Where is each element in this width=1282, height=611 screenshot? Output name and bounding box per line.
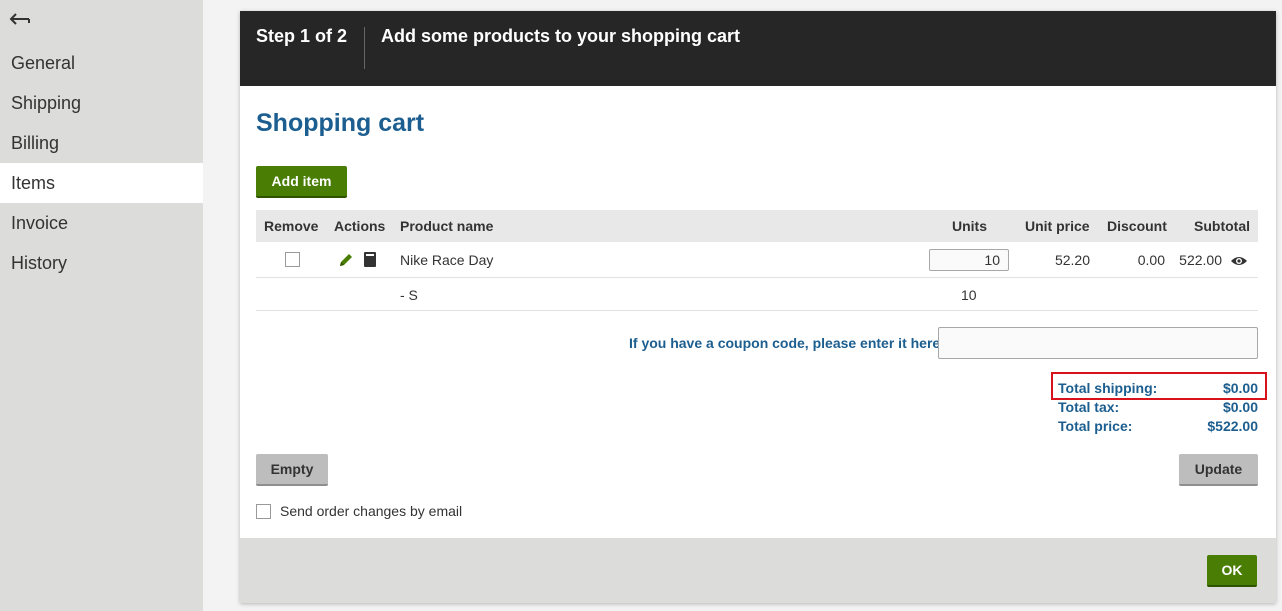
total-price-label: Total price: [1058, 418, 1133, 434]
unit-price-value: 52.20 [1054, 252, 1090, 268]
send-email-label: Send order changes by email [280, 503, 463, 519]
sidebar-item-billing[interactable]: Billing [0, 123, 203, 163]
table-row: Nike Race Day 10 52.20 0.00 522.00 [256, 242, 1258, 278]
dialog-header: Step 1 of 2 Add some products to your sh… [240, 11, 1276, 86]
total-tax-value: $0.00 [1222, 399, 1258, 415]
order-dialog: Step 1 of 2 Add some products to your sh… [240, 11, 1276, 603]
sidebar-item-invoice[interactable]: Invoice [0, 203, 203, 243]
cart-table: Remove Actions Product name Units Unit p… [256, 210, 1258, 311]
coupon-input[interactable] [938, 327, 1258, 359]
total-price-value: $522.00 [1207, 418, 1258, 434]
page-title: Shopping cart [256, 109, 425, 137]
coupon-label: If you have a coupon code, please enter … [629, 335, 945, 351]
subtotal-value: 522.00 [1179, 252, 1222, 268]
total-shipping-row: Total shipping: $0.00 [1058, 380, 1258, 399]
total-shipping-label: Total shipping: [1058, 380, 1158, 396]
step-indicator: Step 1 of 2 [256, 26, 348, 46]
table-row: - S 10 [256, 278, 1258, 311]
header-divider [364, 27, 365, 69]
dialog-title: Add some products to your shopping cart [381, 26, 741, 46]
update-button[interactable]: Update [1179, 454, 1258, 486]
ok-button[interactable]: OK [1207, 555, 1257, 587]
total-shipping-value: $0.00 [1222, 380, 1258, 396]
product-details-icon[interactable] [363, 252, 377, 270]
units-input[interactable]: 10 [929, 249, 1009, 271]
column-header-product-name: Product name [400, 218, 494, 234]
send-email-checkbox[interactable] [256, 504, 271, 519]
column-header-unit-price: Unit price [1025, 218, 1090, 234]
column-header-remove: Remove [264, 218, 319, 234]
sidebar-item-history[interactable]: History [0, 243, 203, 283]
total-price-row: Total price: $522.00 [1058, 418, 1258, 437]
empty-button[interactable]: Empty [256, 454, 328, 486]
variant-units: 10 [961, 287, 977, 303]
column-header-units: Units [952, 218, 987, 234]
column-header-subtotal: Subtotal [1194, 218, 1250, 234]
column-header-actions: Actions [334, 218, 386, 234]
sidebar: General Shipping Billing Items Invoice H… [0, 0, 203, 611]
product-name: Nike Race Day [400, 252, 494, 268]
table-header: Remove Actions Product name Units Unit p… [256, 210, 1258, 242]
dialog-footer: OK [240, 538, 1276, 603]
eye-icon[interactable] [1230, 254, 1248, 270]
product-variant: - S [400, 287, 418, 303]
sidebar-item-general[interactable]: General [0, 43, 203, 83]
total-tax-label: Total tax: [1058, 399, 1120, 415]
edit-pencil-icon[interactable] [338, 252, 354, 271]
back-arrow-icon[interactable] [8, 8, 32, 30]
sidebar-item-items[interactable]: Items [0, 163, 203, 203]
remove-checkbox[interactable] [285, 252, 300, 267]
total-tax-row: Total tax: $0.00 [1058, 399, 1258, 418]
sidebar-item-shipping[interactable]: Shipping [0, 83, 203, 123]
totals-summary: Total shipping: $0.00 Total tax: $0.00 T… [1058, 380, 1258, 437]
add-item-button[interactable]: Add item [256, 166, 347, 198]
column-header-discount: Discount [1107, 218, 1167, 234]
sidebar-nav: General Shipping Billing Items Invoice H… [0, 43, 203, 283]
discount-value: 0.00 [1137, 252, 1165, 268]
